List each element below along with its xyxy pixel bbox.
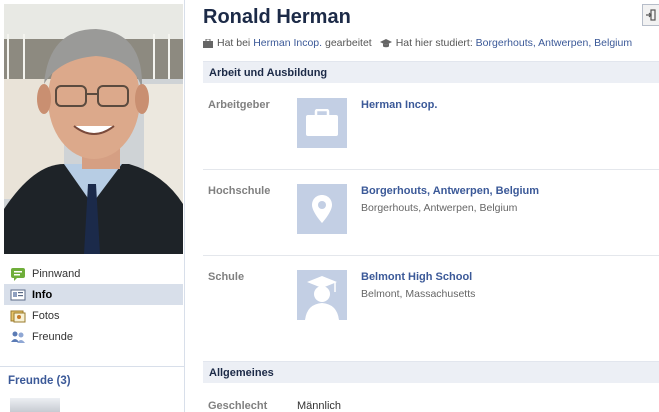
entry-divider [203,255,659,256]
briefcase-icon [203,38,213,48]
friend-thumbnail[interactable] [10,398,60,412]
friends-icon [10,329,26,345]
nav-item-label: Pinnwand [32,267,81,280]
general-heading: Allgemeines [203,361,659,383]
sidebar-divider [0,366,184,367]
nav-item-label: Info [32,288,53,301]
friends-heading[interactable]: Freunde (3) [8,375,71,387]
studied-prefix: Hat hier studiert: [395,37,473,49]
school-thumbnail[interactable] [297,270,347,320]
employer-label: Arbeitgeber [208,99,270,111]
worked-prefix: Hat bei [217,37,251,49]
university-label: Hochschule [208,185,271,197]
nav-item-label: Freunde [32,330,73,343]
nav-item-label: Fotos [32,309,60,322]
gender-value: Männlich [297,400,342,412]
profile-summary-line: Hat bei Herman Incop. gearbeitet Hat hie… [203,37,632,49]
entry-divider [203,169,659,170]
graduation-cap-icon [379,38,392,48]
profile-photo[interactable] [4,4,183,254]
work-education-heading: Arbeit und Ausbildung [203,61,659,83]
map-pin-icon [312,195,332,223]
studied-place-link[interactable]: Borgerhouts, Antwerpen, Belgium [476,37,632,49]
photos-icon [10,308,26,324]
employer-name-link[interactable]: Herman Incop. [361,99,437,111]
graduate-icon [305,276,339,320]
nav-item-friends[interactable]: Freunde [4,326,183,347]
school-location: Belmont, Massachusetts [361,288,476,300]
nav-item-wall[interactable]: Pinnwand [4,263,183,284]
nav-item-photos[interactable]: Fotos [4,305,183,326]
briefcase-icon [306,109,338,136]
school-name-link[interactable]: Belmont High School [361,271,472,283]
university-thumbnail[interactable] [297,184,347,234]
main-content: Ronald Herman Hat bei Herman Incop. gear… [203,0,659,412]
profile-nav: Pinnwand Info Fotos Freunde [4,263,183,347]
profile-name: Ronald Herman [203,6,351,28]
nav-item-info[interactable]: Info [4,284,183,305]
gender-label: Geschlecht [208,400,268,412]
profile-photo-image [4,4,183,254]
left-sidebar: Pinnwand Info Fotos Freunde Freunde (3) [0,0,185,412]
school-label: Schule [208,271,245,283]
university-name-link[interactable]: Borgerhouts, Antwerpen, Belgium [361,185,539,197]
worked-company-link[interactable]: Herman Incop. [253,37,322,49]
worked-suffix: gearbeitet [325,37,372,49]
wall-icon [10,266,26,282]
employer-thumbnail[interactable] [297,98,347,148]
info-icon [10,287,26,303]
university-location: Borgerhouts, Antwerpen, Belgium [361,202,518,214]
